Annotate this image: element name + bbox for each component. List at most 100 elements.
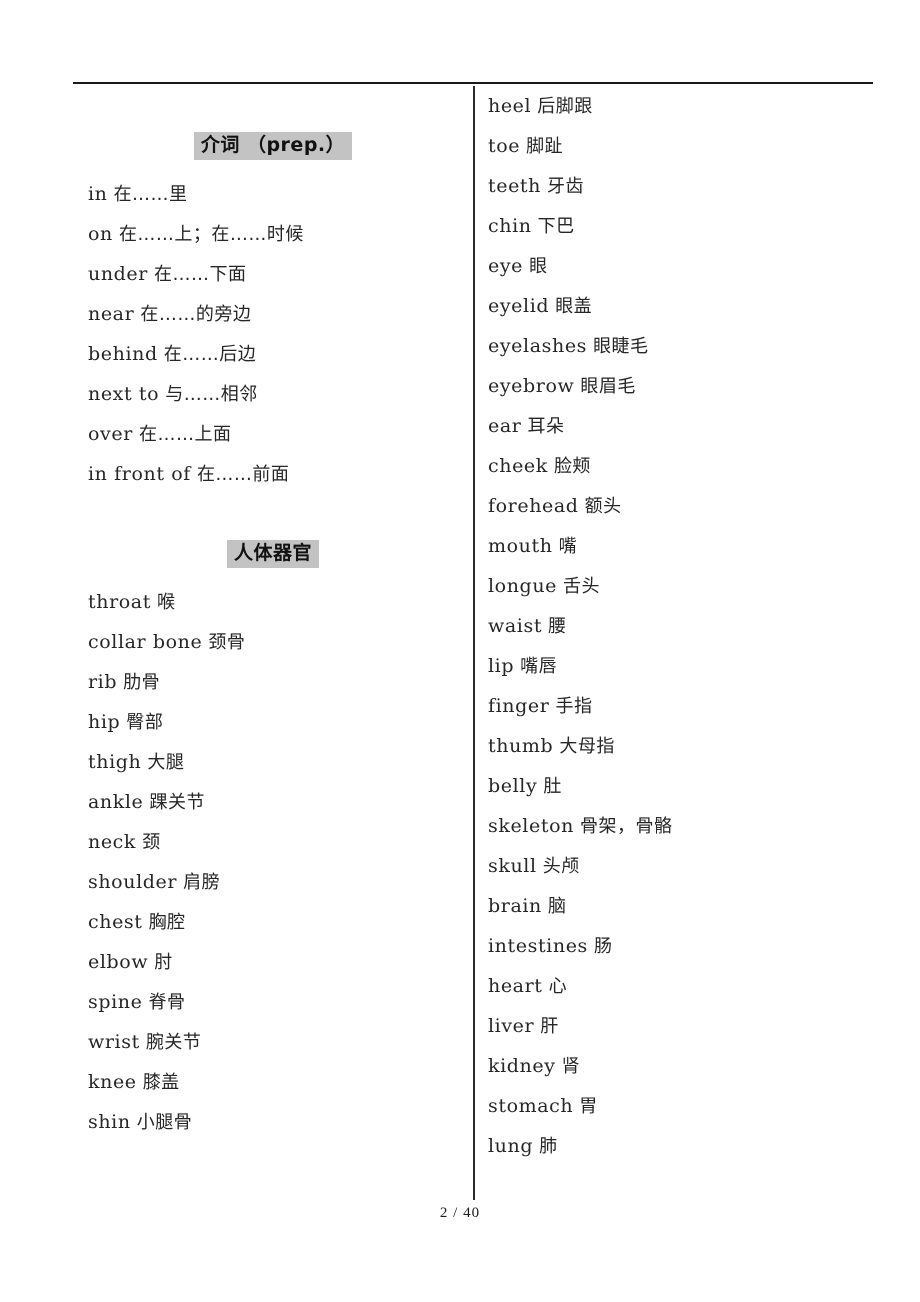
- page-number-footer: 2 / 40: [439, 1205, 481, 1221]
- list-item: in 在……里: [88, 174, 458, 214]
- left-column: 介词 （prep.） in 在……里 on 在……上；在……时候 under 在…: [88, 86, 458, 1142]
- entry-chinese: 眼: [529, 256, 548, 277]
- entry-english: eye: [488, 255, 524, 277]
- entry-english: cheek: [488, 455, 548, 477]
- section-heading-prepositions: 介词 （prep.）: [88, 132, 458, 160]
- entry-chinese: 后脚跟: [537, 96, 593, 117]
- entry-english: near: [88, 303, 135, 325]
- entry-chinese: 头颅: [542, 856, 580, 877]
- list-item: waist 腰: [488, 606, 888, 646]
- entry-english: heel: [488, 95, 532, 117]
- entry-chinese: 眼盖: [555, 296, 593, 317]
- heading-gap-1: [88, 160, 458, 174]
- list-item: next to 与……相邻: [88, 374, 458, 414]
- entry-english: elbow: [88, 951, 149, 973]
- list-item: ear 耳朵: [488, 406, 888, 446]
- entry-chinese: 心: [548, 976, 568, 997]
- left-column-top-spacer: [88, 86, 458, 132]
- entry-chinese: 肘: [154, 952, 173, 973]
- entry-english: finger: [488, 695, 550, 717]
- entry-chinese: 踝关节: [149, 792, 205, 813]
- list-item: wrist 腕关节: [88, 1022, 458, 1062]
- list-item: eye 眼: [488, 246, 888, 286]
- entry-english: shoulder: [88, 871, 178, 893]
- entry-chinese: 骨架，骨骼: [580, 816, 673, 837]
- entry-chinese: 大母指: [559, 736, 615, 757]
- entry-english: neck: [88, 831, 137, 853]
- list-item: chin 下巴: [488, 206, 888, 246]
- entry-chinese: 腰: [548, 616, 567, 637]
- entry-english: eyelashes: [488, 335, 588, 357]
- entry-english: under: [88, 263, 148, 285]
- entry-chinese: 脚趾: [526, 136, 564, 157]
- list-item: heel 后脚跟: [488, 86, 888, 126]
- document-page: 介词 （prep.） in 在……里 on 在……上；在……时候 under 在…: [0, 0, 920, 1302]
- entry-chinese: 小腿骨: [136, 1112, 193, 1133]
- list-item: forehead 额头: [488, 486, 888, 526]
- entry-chinese: 腕关节: [145, 1032, 202, 1053]
- section-heading-body-organs: 人体器官: [88, 540, 458, 568]
- entry-chinese: 下巴: [537, 216, 575, 237]
- entry-english: ear: [488, 415, 522, 437]
- list-item: under 在……下面: [88, 254, 458, 294]
- entry-chinese: 肩膀: [183, 872, 221, 893]
- entry-english: knee: [88, 1071, 137, 1093]
- entry-english: belly: [488, 775, 538, 797]
- list-item: elbow 肘: [88, 942, 458, 982]
- entry-chinese: 在……前面: [196, 464, 290, 485]
- entry-english: forehead: [488, 495, 579, 517]
- entry-english: over: [88, 423, 133, 445]
- entry-english: intestines: [488, 935, 588, 957]
- entry-english: waist: [488, 615, 543, 637]
- entry-english: lung: [488, 1135, 534, 1157]
- list-item: longue 舌头: [488, 566, 888, 606]
- entry-chinese: 肠: [593, 936, 613, 957]
- list-item: eyebrow 眼眉毛: [488, 366, 888, 406]
- list-item: intestines 肠: [488, 926, 888, 966]
- entry-chinese: 胃: [579, 1096, 598, 1117]
- entry-chinese: 眼眉毛: [580, 376, 636, 397]
- right-column: heel 后脚跟 toe 脚趾 teeth 牙齿 chin 下巴 eye 眼 e…: [488, 86, 888, 1166]
- entry-chinese: 肋骨: [123, 672, 161, 693]
- entry-english: shin: [88, 1111, 131, 1133]
- entry-chinese: 颈骨: [208, 632, 246, 653]
- preposition-entry-list: in 在……里 on 在……上；在……时候 under 在……下面 near 在…: [88, 174, 458, 494]
- entry-chinese: 在……的旁边: [140, 304, 252, 325]
- header-rule: [73, 82, 873, 84]
- list-item: over 在……上面: [88, 414, 458, 454]
- list-item: liver 肝: [488, 1006, 888, 1046]
- entry-chinese: 胸腔: [148, 912, 186, 933]
- body-organ-entry-list-right: heel 后脚跟 toe 脚趾 teeth 牙齿 chin 下巴 eye 眼 e…: [488, 86, 888, 1166]
- list-item: belly 肚: [488, 766, 888, 806]
- list-item: teeth 牙齿: [488, 166, 888, 206]
- entry-english: teeth: [488, 175, 541, 197]
- list-item: collar bone 颈骨: [88, 622, 458, 662]
- entry-chinese: 在……下面: [154, 264, 247, 285]
- list-item: near 在……的旁边: [88, 294, 458, 334]
- section-heading-prepositions-label: 介词 （prep.）: [193, 132, 353, 160]
- entry-chinese: 舌头: [563, 576, 601, 597]
- entry-chinese: 在……上；在……时候: [118, 224, 304, 245]
- entry-english: stomach: [488, 1095, 574, 1117]
- list-item: lung 肺: [488, 1126, 888, 1166]
- list-item: stomach 胃: [488, 1086, 888, 1126]
- list-item: shin 小腿骨: [88, 1102, 458, 1142]
- list-item: toe 脚趾: [488, 126, 888, 166]
- entry-chinese: 脊骨: [148, 992, 186, 1013]
- entry-english: kidney: [488, 1055, 556, 1077]
- entry-english: next to: [88, 383, 160, 405]
- list-item: thigh 大腿: [88, 742, 458, 782]
- entry-chinese: 大腿: [147, 752, 185, 773]
- entry-english: spine: [88, 991, 143, 1013]
- entry-chinese: 脑: [547, 896, 567, 917]
- entry-english: mouth: [488, 535, 553, 557]
- entry-chinese: 嘴唇: [520, 656, 558, 677]
- list-item: skull 头颅: [488, 846, 888, 886]
- entry-english: wrist: [88, 1031, 140, 1053]
- list-item: ankle 踝关节: [88, 782, 458, 822]
- entry-chinese: 在……后边: [163, 344, 257, 365]
- list-item: brain 脑: [488, 886, 888, 926]
- section-heading-body-organs-label: 人体器官: [226, 540, 319, 568]
- list-item: shoulder 肩膀: [88, 862, 458, 902]
- list-item: heart 心: [488, 966, 888, 1006]
